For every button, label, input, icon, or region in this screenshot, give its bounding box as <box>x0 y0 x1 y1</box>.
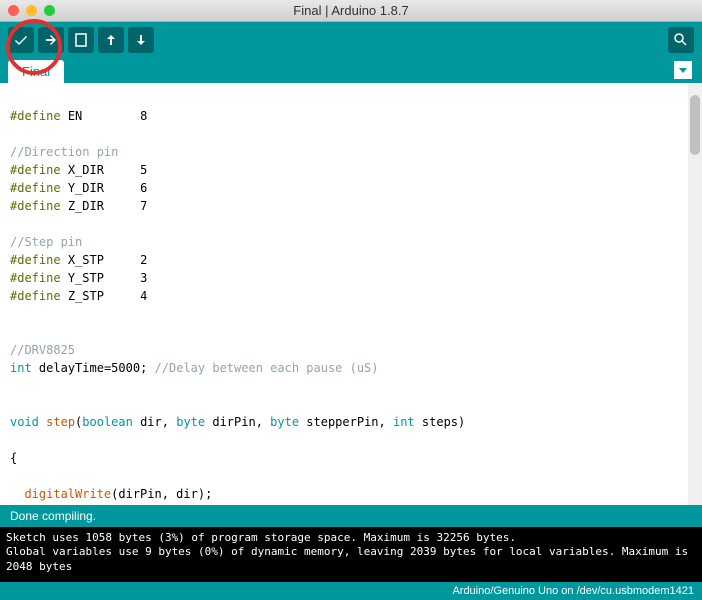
new-button[interactable] <box>68 27 94 53</box>
code-comment: //DRV8825 <box>10 343 75 357</box>
serial-monitor-button[interactable] <box>668 27 694 53</box>
footer-right: Arduino/Genuino Uno on /dev/cu.usbmodem1… <box>452 585 694 597</box>
magnifier-icon <box>673 32 689 48</box>
code-token: 7 <box>140 199 147 213</box>
tab-bar: Final <box>0 57 702 83</box>
code-token: stepperPin, <box>299 415 393 429</box>
code-token: dirPin, <box>205 415 270 429</box>
upload-button[interactable] <box>38 27 64 53</box>
code-token: EN <box>68 109 82 123</box>
window-title: Final | Arduino 1.8.7 <box>293 3 408 18</box>
code-token: #define <box>10 163 61 177</box>
console-output[interactable]: Sketch uses 1058 bytes (3%) of program s… <box>0 527 702 582</box>
code-token: boolean <box>82 415 133 429</box>
code-token: { <box>10 451 17 465</box>
footer-bar: Arduino/Genuino Uno on /dev/cu.usbmodem1… <box>0 582 702 600</box>
code-token: #define <box>10 109 61 123</box>
code-token: Z_STP <box>68 289 104 303</box>
tab-final[interactable]: Final <box>8 60 64 83</box>
code-token: Y_STP <box>68 271 104 285</box>
code-token: 5 <box>140 163 147 177</box>
status-text: Done compiling. <box>10 509 96 523</box>
code-token: #define <box>10 181 61 195</box>
code-token: X_STP <box>68 253 104 267</box>
arrow-down-icon <box>134 33 148 47</box>
code-token: Z_DIR <box>68 199 104 213</box>
scrollbar-thumb[interactable] <box>690 95 700 155</box>
code-token: #define <box>10 199 61 213</box>
minimize-window-button[interactable] <box>26 5 37 16</box>
code-token: 6 <box>140 181 147 195</box>
code-token: #define <box>10 289 61 303</box>
code-token: 8 <box>140 109 147 123</box>
code-token: int <box>10 361 32 375</box>
close-window-button[interactable] <box>8 5 19 16</box>
file-icon <box>74 33 88 47</box>
code-editor[interactable]: #define EN 8 //Direction pin #define X_D… <box>0 83 702 505</box>
code-token: dir, <box>133 415 176 429</box>
open-button[interactable] <box>98 27 124 53</box>
code-token: X_DIR <box>68 163 104 177</box>
code-comment: //Step pin <box>10 235 82 249</box>
save-button[interactable] <box>128 27 154 53</box>
code-token: byte <box>176 415 205 429</box>
traffic-lights <box>8 5 55 16</box>
code-token: 5000 <box>111 361 140 375</box>
code-token: (dirPin, dir); <box>111 487 212 501</box>
code-token: 4 <box>140 289 147 303</box>
triangle-down-icon <box>678 65 688 75</box>
code-token: Y_DIR <box>68 181 104 195</box>
check-icon <box>13 32 29 48</box>
code-comment: //Delay between each pause (uS) <box>155 361 379 375</box>
code-token: steps) <box>415 415 466 429</box>
code-comment: //Direction pin <box>10 145 118 159</box>
code-token: #define <box>10 253 61 267</box>
toolbar <box>0 22 702 57</box>
code-token: 3 <box>140 271 147 285</box>
code-token: digitalWrite <box>24 487 111 501</box>
code-token: 2 <box>140 253 147 267</box>
console-line: Global variables use 9 bytes (0%) of dyn… <box>6 545 696 574</box>
arrow-up-icon <box>104 33 118 47</box>
code-token: int <box>393 415 415 429</box>
maximize-window-button[interactable] <box>44 5 55 16</box>
code-token: #define <box>10 271 61 285</box>
code-token: delayTime= <box>39 361 111 375</box>
console-line: Sketch uses 1058 bytes (3%) of program s… <box>6 531 696 545</box>
status-bar: Done compiling. <box>0 505 702 527</box>
tab-menu-button[interactable] <box>674 61 692 79</box>
verify-button[interactable] <box>8 27 34 53</box>
arrow-right-icon <box>43 32 59 48</box>
window-titlebar: Final | Arduino 1.8.7 <box>0 0 702 22</box>
code-token: step <box>46 415 75 429</box>
scrollbar-track[interactable] <box>688 83 702 505</box>
code-token: ; <box>140 361 147 375</box>
code-token: void <box>10 415 39 429</box>
code-token: byte <box>270 415 299 429</box>
